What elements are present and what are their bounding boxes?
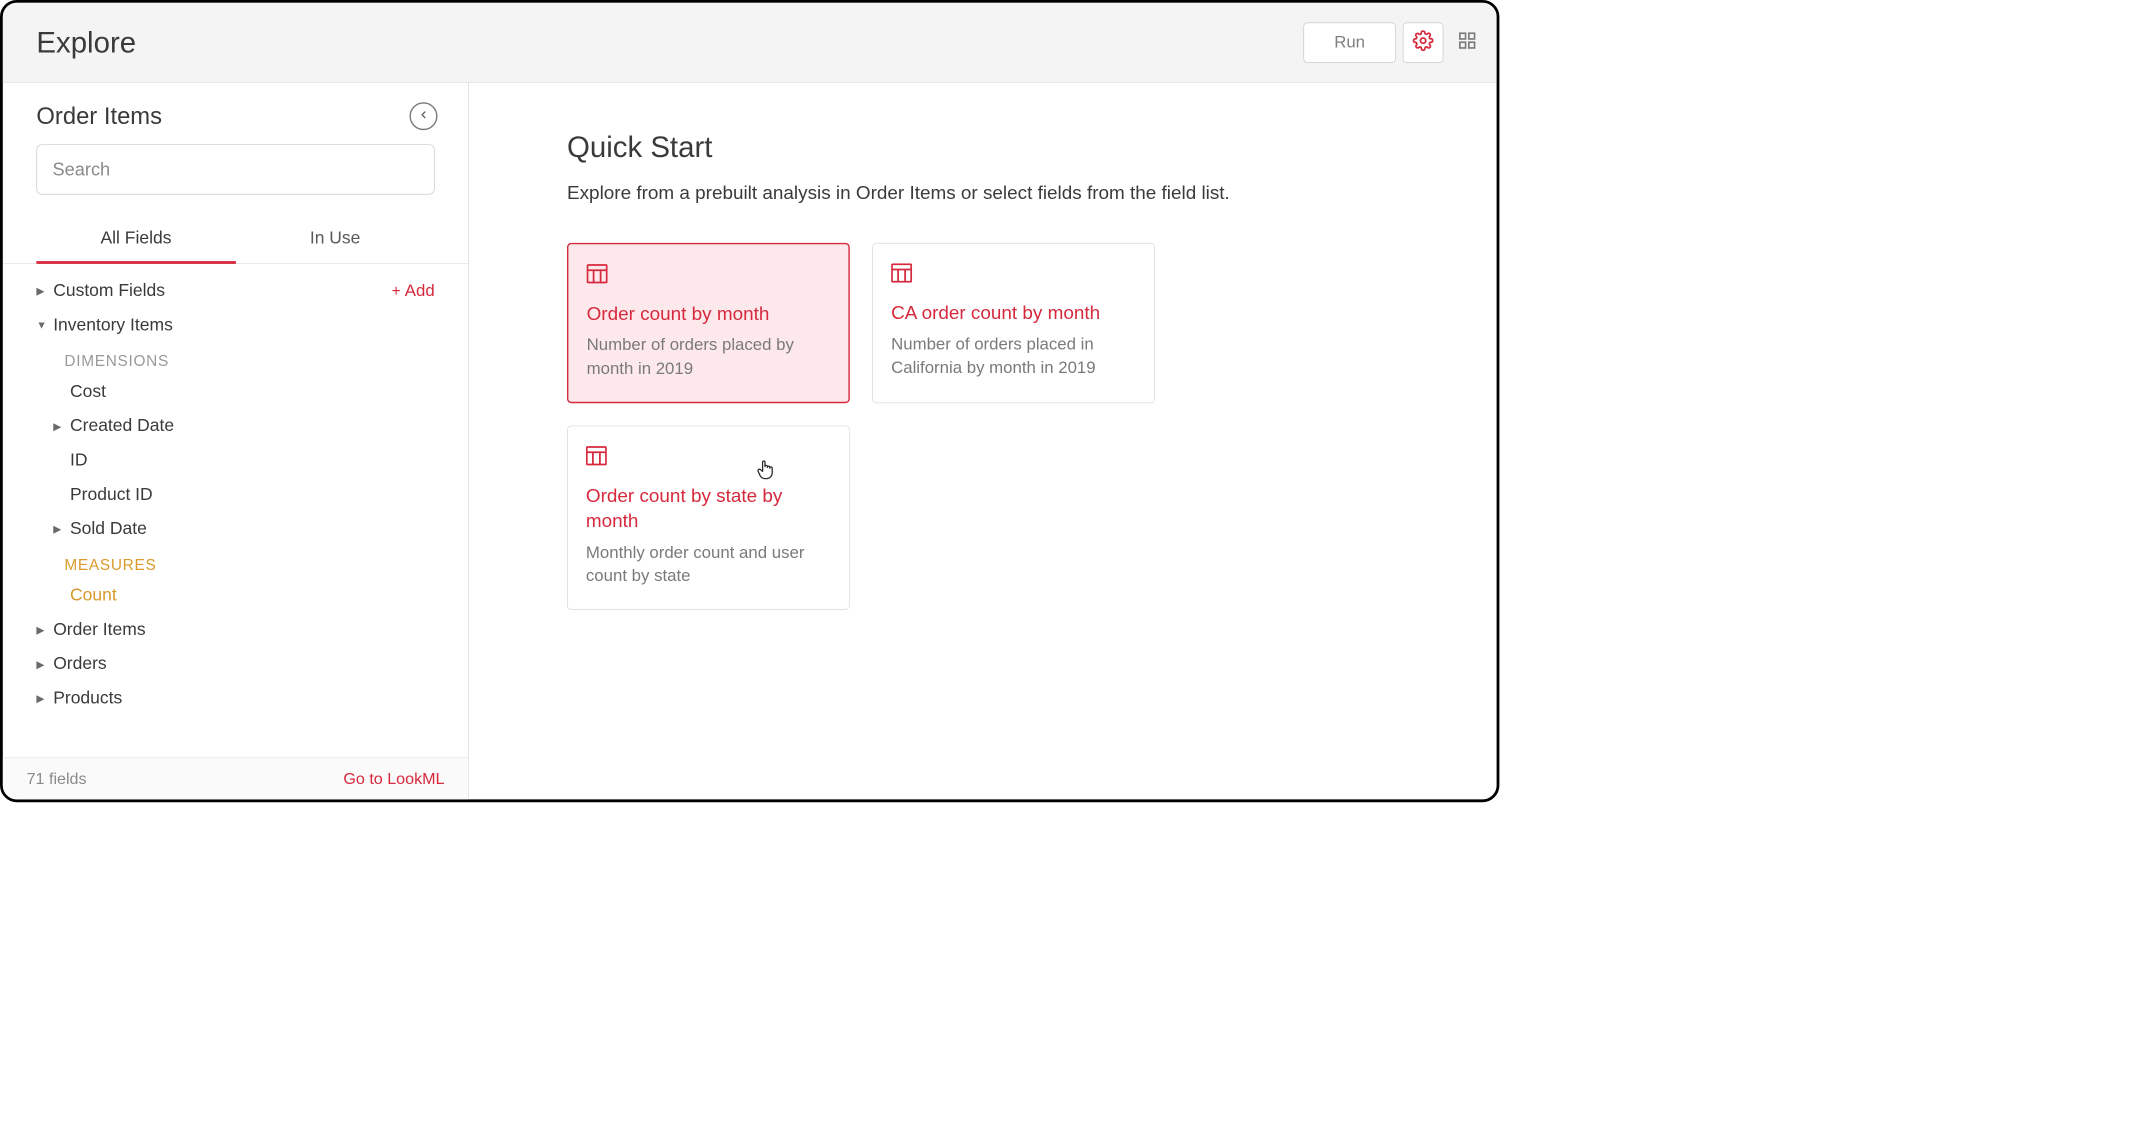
caret-down-icon: ▼ [36, 319, 53, 331]
field-search-input[interactable] [36, 144, 434, 194]
dashboard-grid-button[interactable] [1453, 28, 1481, 56]
plus-icon: + [392, 282, 401, 300]
field-id[interactable]: ID [3, 443, 469, 477]
field-label: ID [70, 450, 88, 470]
gear-icon [1413, 30, 1434, 54]
measures-heading: MEASURES [3, 546, 469, 578]
group-label: Products [53, 688, 122, 708]
group-inventory-items[interactable]: ▼ Inventory Items [3, 308, 469, 342]
field-count[interactable]: Count [3, 578, 469, 612]
settings-button[interactable] [1403, 22, 1444, 63]
field-cost[interactable]: Cost [3, 375, 469, 409]
page-title: Explore [36, 26, 1303, 60]
group-label: Inventory Items [53, 315, 173, 335]
field-list: ▶ Custom Fields +Add ▼ Inventory Items D… [3, 264, 469, 757]
table-icon [891, 263, 1136, 286]
quick-start-cards: Order count by month Number of orders pl… [567, 243, 1267, 610]
quick-start-card[interactable]: Order count by month Number of orders pl… [567, 243, 850, 403]
quick-start-title: Quick Start [567, 130, 1469, 164]
top-header: Explore Run [3, 3, 1497, 83]
card-description: Number of orders placed in California by… [891, 333, 1136, 380]
dimensions-heading: DIMENSIONS [3, 342, 469, 374]
field-picker-sidebar: Order Items All Fields In Use ▶ Custom F… [3, 83, 469, 800]
field-label: Created Date [70, 416, 174, 436]
field-tabs: All Fields In Use [3, 207, 469, 264]
card-title: Order count by month [587, 301, 831, 327]
caret-right-icon: ▶ [53, 420, 70, 433]
card-description: Number of orders placed by month in 2019 [587, 334, 831, 381]
quick-start-card[interactable]: CA order count by month Number of orders… [872, 243, 1155, 403]
field-created-date[interactable]: ▶ Created Date [3, 409, 469, 443]
caret-right-icon: ▶ [36, 658, 53, 671]
group-label: Custom Fields [53, 281, 165, 301]
caret-right-icon: ▶ [36, 692, 53, 705]
field-label: Cost [70, 382, 106, 402]
add-custom-field-link[interactable]: +Add [392, 281, 435, 301]
card-description: Monthly order count and user count by st… [586, 541, 831, 588]
group-order-items[interactable]: ▶ Order Items [3, 613, 469, 647]
collapse-sidebar-button[interactable] [410, 102, 438, 130]
caret-right-icon: ▶ [53, 523, 70, 536]
quick-start-subtitle: Explore from a prebuilt analysis in Orde… [567, 182, 1469, 204]
add-label: Add [405, 281, 435, 300]
sidebar-footer: 71 fields Go to LookML [3, 757, 469, 799]
field-label: Sold Date [70, 519, 147, 539]
field-label: Product ID [70, 484, 153, 504]
caret-right-icon: ▶ [36, 623, 53, 636]
fields-count: 71 fields [27, 769, 344, 788]
group-label: Order Items [53, 620, 145, 640]
field-label: Count [70, 585, 117, 605]
chevron-left-icon [418, 109, 429, 124]
group-custom-fields[interactable]: ▶ Custom Fields +Add [3, 274, 469, 308]
group-products[interactable]: ▶ Products [3, 681, 469, 715]
field-sold-date[interactable]: ▶ Sold Date [3, 512, 469, 546]
quick-start-card[interactable]: Order count by state by month Monthly or… [567, 425, 850, 609]
tab-in-use[interactable]: In Use [236, 228, 435, 263]
field-product-id[interactable]: Product ID [3, 477, 469, 511]
grid-icon [1457, 31, 1477, 54]
group-orders[interactable]: ▶ Orders [3, 647, 469, 681]
table-icon [587, 264, 831, 287]
card-title: CA order count by month [891, 300, 1136, 326]
caret-right-icon: ▶ [36, 285, 53, 298]
run-button[interactable]: Run [1303, 22, 1395, 63]
card-title: Order count by state by month [586, 483, 831, 534]
go-to-lookml-link[interactable]: Go to LookML [343, 769, 444, 788]
explore-name: Order Items [36, 103, 409, 130]
tab-all-fields[interactable]: All Fields [36, 228, 235, 264]
table-icon [586, 446, 831, 469]
main-content: Quick Start Explore from a prebuilt anal… [469, 83, 1497, 800]
group-label: Orders [53, 654, 106, 674]
